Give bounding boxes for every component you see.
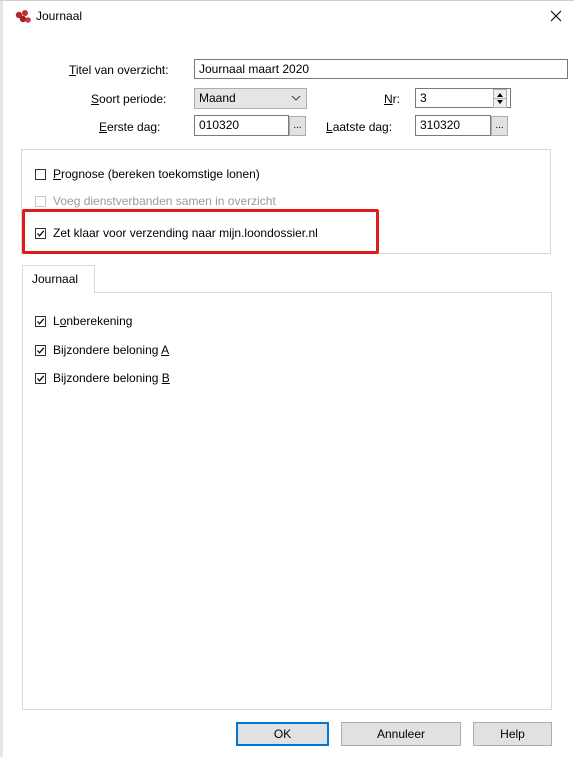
highlight-annotation [22, 209, 379, 254]
titel-input[interactable]: Journaal maart 2020 [194, 59, 568, 79]
checkbox-disabled-icon [35, 195, 46, 207]
eerste-dag-picker-button[interactable]: ... [289, 116, 306, 136]
loonberekening-label: Lonberekening [53, 314, 133, 328]
voeg-dienstverbanden-label: Voeg dienstverbanden samen in overzicht [53, 194, 276, 208]
program-logo-icon [14, 9, 32, 25]
window-top-border [0, 0, 574, 1]
spinner-arrows-icon [494, 93, 506, 104]
soort-periode-value: Maand [199, 91, 236, 105]
laatste-dag-picker-button[interactable]: ... [491, 116, 508, 136]
soort-periode-label: Soort periode: [91, 92, 167, 106]
checkbox-checked-icon [35, 315, 46, 327]
ok-button[interactable]: OK [236, 722, 329, 746]
prognose-checkbox[interactable]: Prognose (bereken toekomstige lonen) [35, 167, 260, 181]
soort-periode-select[interactable]: Maand [194, 88, 307, 109]
checkbox-checked-icon [35, 372, 46, 384]
bijzondere-beloning-a-checkbox[interactable]: Bijzondere beloning A [35, 343, 169, 357]
nr-label: Nr: [384, 92, 401, 106]
bijzondere-beloning-b-label: Bijzondere beloning B [53, 371, 170, 385]
bijzondere-beloning-a-label: Bijzondere beloning A [53, 343, 170, 357]
window-border [0, 0, 3, 757]
checkbox-unchecked-icon [35, 168, 46, 180]
annuleer-button[interactable]: Annuleer [341, 722, 461, 746]
close-icon [550, 10, 562, 22]
voeg-dienstverbanden-checkbox: Voeg dienstverbanden samen in overzicht [35, 194, 276, 208]
help-button[interactable]: Help [473, 722, 552, 746]
prognose-label: Prognose (bereken toekomstige lonen) [53, 167, 260, 181]
nr-spinner[interactable] [493, 89, 507, 108]
chevron-down-icon [291, 95, 301, 101]
checkbox-checked-icon [35, 344, 46, 356]
tab-journaal[interactable]: Journaal [22, 265, 95, 293]
loonberekening-checkbox[interactable]: Lonberekening [35, 314, 132, 328]
eerste-dag-label: Eerste dag: [99, 120, 161, 134]
titel-label: Titel van overzicht: [69, 63, 169, 77]
eerste-dag-input[interactable]: 010320 [194, 115, 289, 136]
bijzondere-beloning-b-checkbox[interactable]: Bijzondere beloning B [35, 371, 170, 385]
close-button[interactable] [544, 4, 568, 28]
laatste-dag-input[interactable]: 310320 [415, 115, 491, 136]
window-title: Journaal [36, 9, 83, 23]
laatste-dag-label: Laatste dag: [326, 120, 393, 134]
